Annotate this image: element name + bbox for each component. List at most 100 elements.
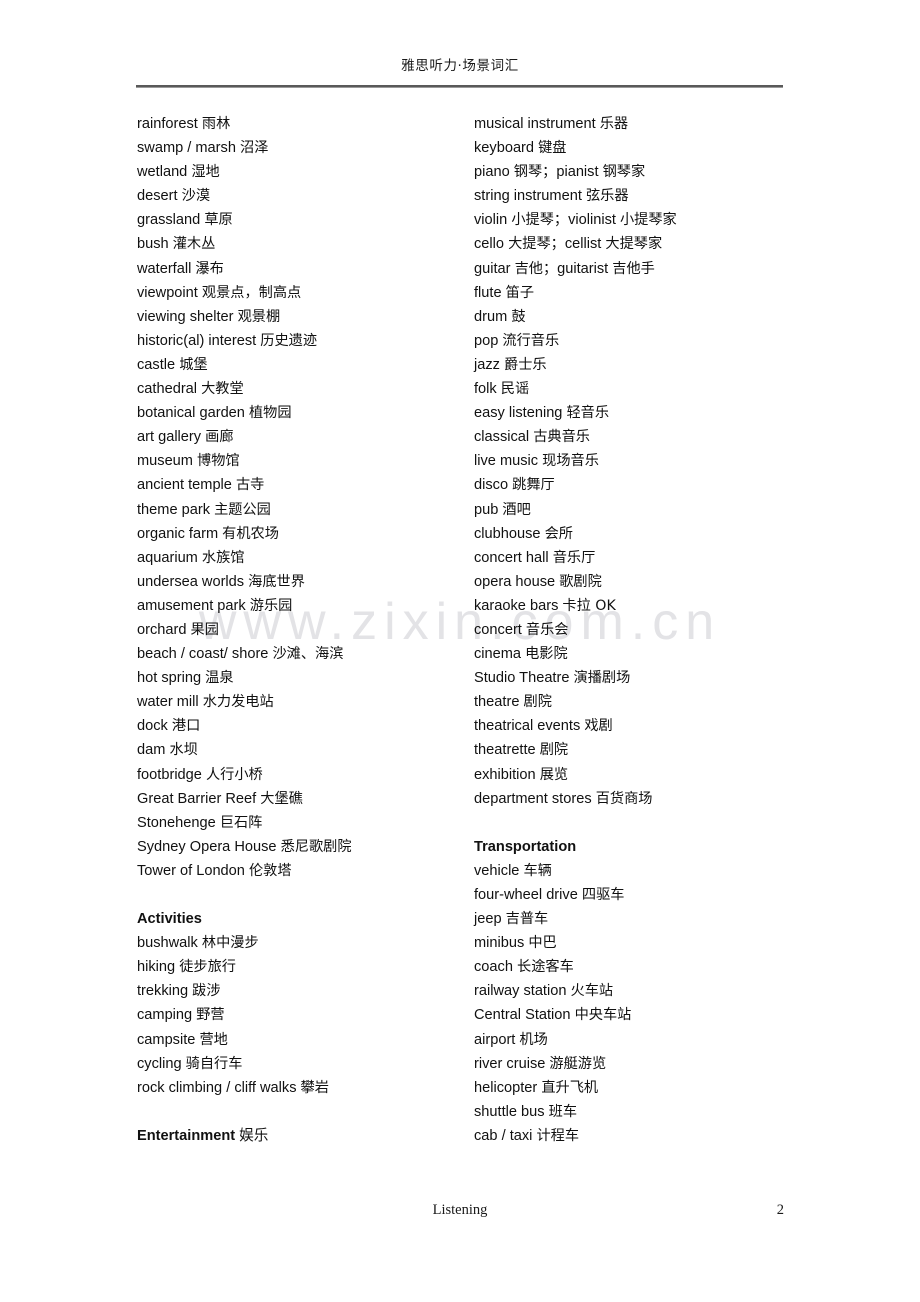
entry-term: concert hall [474,549,553,566]
entry-term: Entertainment [137,1127,240,1144]
entry-gloss: 草原 [204,212,233,229]
vocabulary-entry: museum 博物馆 [137,449,467,473]
vocabulary-entry: undersea worlds 海底世界 [137,570,467,594]
vocabulary-entry: drum 鼓 [474,305,804,329]
entry-term: disco [474,477,513,494]
entry-gloss: 大教堂 [201,381,244,398]
entry-gloss: 剧院 [523,694,552,711]
entry-gloss: 城堡 [179,356,208,373]
vocabulary-entry: opera house 歌剧院 [474,570,804,594]
entry-gloss: 巨石阵 [219,814,263,831]
entry-term: wetland [137,164,192,181]
vocabulary-entry: hiking 徒步旅行 [137,955,467,979]
entry-term: helicopter [474,1079,542,1096]
vocabulary-entry: historic(al) interest 历史遗迹 [137,329,467,353]
entry-gloss: 瀑布 [195,260,224,277]
entry-term: airport [474,1031,520,1048]
entry-term: string instrument [474,188,586,205]
entry-term: musical instrument [474,116,600,132]
right-vocabulary-column: musical instrument 乐器 keyboard 键盘 piano 钢琴… [474,112,804,1148]
entry-term: karaoke bars [474,597,563,614]
vocabulary-entry: water mill 水力发电站 [137,690,467,714]
vocabulary-entry: amusement park 游乐园 [137,594,467,618]
entry-term: bushwalk [137,935,202,952]
vocabulary-entry: guitar 吉他；guitarist 吉他手 [474,257,804,281]
entry-term-secondary: pianist [556,164,603,181]
vocabulary-entry: camping 野营 [137,1003,467,1027]
entry-gloss: 键盘 [538,140,567,157]
entry-gloss: 游艇游览 [549,1055,607,1072]
vocabulary-entry: waterfall 瀑布 [137,257,467,281]
entry-gloss: 展览 [539,766,569,783]
entry-term: art gallery [137,429,206,446]
vocabulary-entry: railway station 火车站 [474,979,804,1003]
entry-gloss: 沼泽 [240,140,269,157]
entry-gloss: 小提琴； [511,212,569,229]
vocabulary-entry: Sydney Opera House 悉尼歌剧院 [137,835,467,859]
vocabulary-entry: theatre 剧院 [474,690,804,714]
entry-term-secondary: violinist [568,212,620,229]
entry-term: jazz [474,356,505,373]
vocabulary-entry: bush 灌木丛 [137,232,467,256]
entry-gloss: 野营 [196,1007,225,1024]
entry-term: beach / coast/ shore [137,646,273,663]
entry-term: piano [474,164,514,181]
entry-term: botanical garden [137,405,249,422]
entry-gloss: 徒步旅行 [179,959,236,976]
vocabulary-entry: wetland 湿地 [137,160,467,184]
entry-term: opera house [474,573,560,590]
entry-gloss: 古典音乐 [533,429,590,446]
section-heading: Activities [137,907,467,931]
entry-term: clubhouse [474,525,545,542]
entry-gloss: 车辆 [523,862,552,879]
vocabulary-entry: shuttle bus 班车 [474,1100,804,1124]
vocabulary-entry: Studio Theatre 演播剧场 [474,666,804,690]
entry-term: bush [137,236,173,253]
vocabulary-entry: airport 机场 [474,1028,804,1052]
vocabulary-entry: ancient temple 古寺 [137,473,467,497]
entry-gloss: 民谣 [500,381,530,398]
vocabulary-entry: vehicle 车辆 [474,859,804,883]
vocabulary-entry: theatrical events 戏剧 [474,714,804,738]
entry-gloss: 营地 [199,1031,228,1048]
entry-gloss: 港口 [171,718,201,735]
entry-term: historic(al) interest [137,332,261,349]
entry-term: easy listening [474,405,567,422]
entry-term: flute [474,284,506,301]
vocabulary-entry: river cruise 游艇游览 [474,1052,804,1076]
entry-gloss: 观景棚 [237,308,281,325]
entry-gloss: 果园 [190,621,219,638]
entry-term: Sydney Opera House [137,838,281,855]
entry-term: camping [137,1007,197,1024]
entry-gloss: 植物园 [248,405,292,422]
vocabulary-entry: helicopter 直升飞机 [474,1076,804,1100]
vocabulary-entry: minibus 中巴 [474,931,804,955]
entry-gloss: 海底世界 [248,573,305,590]
entry-term: dock [137,718,172,735]
entry-gloss: 剧院 [539,742,569,759]
entry-gloss: 卡拉 OK [562,597,616,614]
entry-term: amusement park [137,597,250,614]
vocabulary-entry: bushwalk 林中漫步 [137,931,467,955]
entry-gloss: 钢琴； [513,164,557,181]
entry-gloss: 直升飞机 [541,1079,599,1096]
vocabulary-entry: aquarium 水族馆 [137,546,467,570]
entry-gloss: 悉尼歌剧院 [280,838,352,855]
entry-term: museum [137,453,198,470]
entry-term: folk [474,381,501,398]
entry-gloss: 音乐厅 [552,549,596,566]
entry-gloss: 歌剧院 [559,573,602,590]
entry-term: waterfall [137,260,196,277]
entry-gloss: 笛子 [505,284,535,301]
entry-term: cycling [137,1055,186,1072]
entry-term: theatre [474,694,524,711]
entry-term: drum [474,308,512,325]
vocabulary-entry: pub 酒吧 [474,498,804,522]
entry-gloss: 水族馆 [201,549,245,566]
entry-gloss: 长途客车 [517,959,574,976]
entry-term: coach [474,959,517,976]
entry-term: Tower of London [137,862,249,879]
entry-term: water mill [137,694,203,711]
entry-term: cinema [474,646,526,663]
